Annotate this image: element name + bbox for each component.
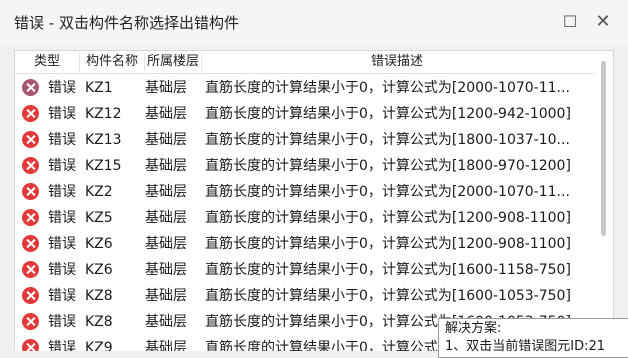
error-icon (22, 131, 40, 149)
cell-name[interactable]: KZ5 (85, 205, 149, 231)
cell-layer: 基础层 (145, 132, 187, 148)
title-bar: 错误 - 双击构件名称选择出错构件 ☐ ✕ (0, 0, 628, 44)
error-icon (22, 105, 40, 123)
cell-layer: 基础层 (145, 262, 187, 278)
cell-desc: 直筋长度的计算结果小于0，计算公式为[1200-942-1000] (205, 106, 571, 122)
cell-layer: 基础层 (145, 80, 187, 96)
error-icon (22, 79, 40, 97)
cell-type: 错误 (48, 314, 76, 330)
error-icon (22, 235, 40, 253)
list-header: 类型 构件名称 所属楼层 错误描述 (15, 51, 595, 74)
cell-name[interactable]: KZ8 (85, 309, 149, 335)
error-icon (22, 287, 40, 305)
header-name[interactable]: 构件名称 (80, 53, 145, 71)
table-row[interactable]: 错误 KZ13 基础层 直筋长度的计算结果小于0，计算公式为[1800-1037-10… (15, 127, 595, 153)
cell-type: 错误 (48, 288, 76, 304)
header-type[interactable]: 类型 (15, 53, 80, 71)
solution-tooltip: 解决方案: 1、双击当前错误图元ID:21 (438, 318, 628, 358)
cell-layer: 基础层 (145, 236, 187, 252)
error-list: 类型 构件名称 所属楼层 错误描述 错误 KZ1 基础层 直筋长度的计算结果小于0，计… (14, 50, 614, 351)
cell-name[interactable]: KZ12 (85, 101, 149, 127)
cell-layer: 基础层 (145, 340, 187, 351)
table-row[interactable]: 错误 KZ6 基础层 直筋长度的计算结果小于0，计算公式为[1200-908-1100… (15, 231, 595, 257)
error-icon (22, 339, 40, 351)
tooltip-title: 解决方案: (445, 321, 502, 336)
cell-type: 错误 (48, 340, 76, 351)
cell-name[interactable]: KZ1 (85, 75, 149, 101)
cell-name[interactable]: KZ2 (85, 179, 149, 205)
table-row[interactable]: 错误 KZ1 基础层 直筋长度的计算结果小于0，计算公式为[2000-1070-11.… (15, 75, 595, 101)
cell-type: 错误 (48, 80, 76, 96)
cell-name[interactable]: KZ6 (85, 231, 149, 257)
header-desc[interactable]: 错误描述 (202, 53, 592, 71)
cell-layer: 基础层 (145, 210, 187, 226)
cell-desc: 直筋长度的计算结果小于0，计算公式为[1600-1053-750] (205, 288, 571, 304)
cell-layer: 基础层 (145, 184, 187, 200)
cell-layer: 基础层 (145, 106, 187, 122)
cell-type: 错误 (48, 236, 76, 252)
table-row[interactable]: 错误 KZ2 基础层 直筋长度的计算结果小于0，计算公式为[2000-1070-11.… (15, 179, 595, 205)
cell-desc: 直筋长度的计算结果小于0，计算公式为[2000-1070-11... (205, 184, 570, 200)
cell-type: 错误 (48, 210, 76, 226)
error-icon (22, 261, 40, 279)
table-row[interactable]: 错误 KZ6 基础层 直筋长度的计算结果小于0，计算公式为[1600-1158-750… (15, 257, 595, 283)
cell-name[interactable]: KZ8 (85, 283, 149, 309)
error-icon (22, 157, 40, 175)
scrollbar-thumb[interactable] (601, 61, 606, 236)
cell-layer: 基础层 (145, 288, 187, 304)
window-title: 错误 - 双击构件名称选择出错构件 (14, 14, 239, 32)
cell-name[interactable]: KZ9 (85, 335, 149, 351)
error-icon (22, 183, 40, 201)
table-row[interactable]: 错误 KZ5 基础层 直筋长度的计算结果小于0，计算公式为[1200-908-1100… (15, 205, 595, 231)
table-row[interactable]: 错误 KZ12 基础层 直筋长度的计算结果小于0，计算公式为[1200-942-100… (15, 101, 595, 127)
cell-type: 错误 (48, 262, 76, 278)
tooltip-text: 1、双击当前错误图元ID:21 (445, 339, 606, 354)
maximize-icon[interactable]: ☐ (558, 10, 582, 34)
header-layer[interactable]: 所属楼层 (145, 53, 202, 71)
cell-name[interactable]: KZ6 (85, 257, 149, 283)
cell-name[interactable]: KZ15 (85, 153, 149, 179)
cell-layer: 基础层 (145, 314, 187, 330)
close-icon[interactable]: ✕ (591, 10, 615, 34)
cell-desc: 直筋长度的计算结果小于0，计算公式为[1800-1037-10... (205, 132, 570, 148)
table-row[interactable]: 错误 KZ8 基础层 直筋长度的计算结果小于0，计算公式为[1600-1053-750… (15, 283, 595, 309)
cell-type: 错误 (48, 158, 76, 174)
cell-name[interactable]: KZ13 (85, 127, 149, 153)
cell-desc: 直筋长度的计算结果小于0，计算公式为[1200-908-1100] (205, 236, 571, 252)
cell-desc: 直筋长度的计算结果小于0，计算公式为[1800-970-1200] (205, 158, 571, 174)
cell-desc: 直筋长度的计算结果小于0，计算公式为[2000-1070-11... (205, 80, 570, 96)
table-row[interactable]: 错误 KZ15 基础层 直筋长度的计算结果小于0，计算公式为[1800-970-120… (15, 153, 595, 179)
error-icon (22, 209, 40, 227)
vertical-scrollbar[interactable] (596, 51, 612, 351)
cell-type: 错误 (48, 106, 76, 122)
cell-type: 错误 (48, 184, 76, 200)
cell-type: 错误 (48, 132, 76, 148)
cell-desc: 直筋长度的计算结果小于0，计算公式为[1200-908-1100] (205, 210, 571, 226)
cell-desc: 直筋长度的计算结果小于0，计算公式为[1600-1158-750] (205, 262, 571, 278)
cell-layer: 基础层 (145, 158, 187, 174)
error-icon (22, 313, 40, 331)
